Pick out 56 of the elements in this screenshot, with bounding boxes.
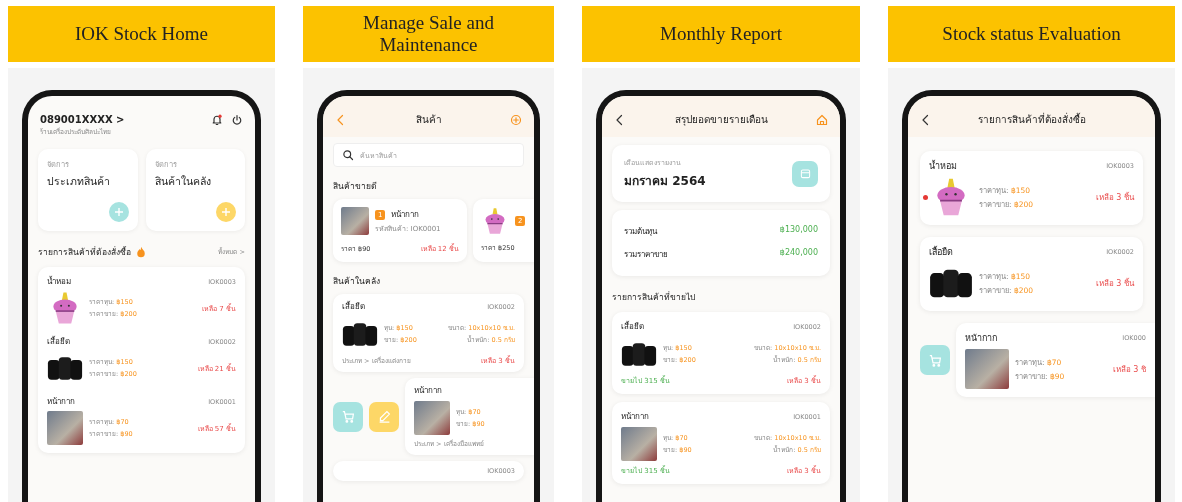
title-banner: Monthly Report (582, 6, 860, 62)
bell-icon[interactable] (211, 114, 223, 126)
product-name: เสื้อยืด (47, 335, 70, 348)
month-value: มกราคม 2564 (624, 173, 706, 190)
pencil-icon (377, 410, 391, 423)
product-name: หน้ากาก (391, 209, 420, 221)
add-button[interactable] (108, 202, 129, 222)
product-name: หน้ากาก (414, 385, 442, 397)
photo-placeholder (621, 427, 657, 461)
cart-button[interactable] (920, 345, 950, 375)
section-title: สินค้าในคลัง (333, 275, 381, 288)
fire-icon (135, 246, 147, 258)
product-name: น้ำหอม (47, 275, 71, 288)
stock-remaining: เหลือ 3 ชิ (1112, 363, 1146, 376)
photo-placeholder (341, 207, 369, 235)
photo-placeholder (47, 411, 83, 445)
product-name: หน้ากาก (965, 332, 997, 345)
total-value: ฿130,000 (779, 225, 818, 236)
stock-remaining: เหลือ 3 ชิ้น (1095, 191, 1134, 204)
product-name: เสื้อยืด (621, 320, 644, 333)
plus-icon (113, 207, 124, 217)
cart-icon (341, 410, 355, 423)
section-title: สินค้าขายดี (333, 180, 378, 193)
power-icon[interactable] (231, 114, 243, 126)
product-name: หน้ากาก (47, 396, 75, 408)
add-button[interactable] (216, 202, 236, 222)
title-banner: Manage Sale and Maintenance (303, 6, 554, 62)
plus-icon (221, 207, 231, 217)
product-name: น้ำหอม (929, 159, 957, 173)
screen-title: สรุปยอดขายรายเดือน (673, 113, 769, 127)
tile-label: ประเภทสินค้า (47, 174, 111, 189)
section-title: รายการสินค้าที่ขายไป (612, 290, 696, 304)
calendar-icon (799, 168, 811, 179)
stock-remaining: เหลือ 3 ชิ้น (1095, 277, 1134, 290)
total-label: รวมต้นทุน (624, 226, 657, 238)
search-icon[interactable] (342, 149, 354, 161)
home-icon[interactable] (816, 113, 828, 126)
edit-button[interactable] (369, 401, 399, 432)
cart-icon (928, 353, 942, 367)
product-name: เสื้อยืด (342, 300, 365, 313)
calendar-button[interactable] (792, 160, 818, 187)
total-label: รวมราคาขาย (624, 249, 668, 261)
total-value: ฿240,000 (779, 248, 818, 259)
screen-title: รายการสินค้าที่ต้องสั่งซื้อ (976, 112, 1087, 127)
product-name: เสื้อยืด (929, 245, 953, 259)
cart-button[interactable] (333, 401, 363, 432)
title-banner: Stock status Evaluation (888, 6, 1175, 62)
screen-title: สินค้า (414, 113, 443, 127)
tile-label: สินค้าในคลัง (154, 174, 212, 189)
photo-placeholder (965, 349, 1009, 389)
section-title: รายการสินค้าที่ต้องสั่งซื้อ (38, 245, 131, 259)
photo-placeholder (414, 401, 450, 435)
product-name: หน้ากาก (621, 411, 649, 423)
account-number[interactable]: 089001XXXX > (40, 114, 203, 125)
add-icon[interactable] (510, 113, 522, 126)
title-banner: IOK Stock Home (8, 6, 275, 62)
